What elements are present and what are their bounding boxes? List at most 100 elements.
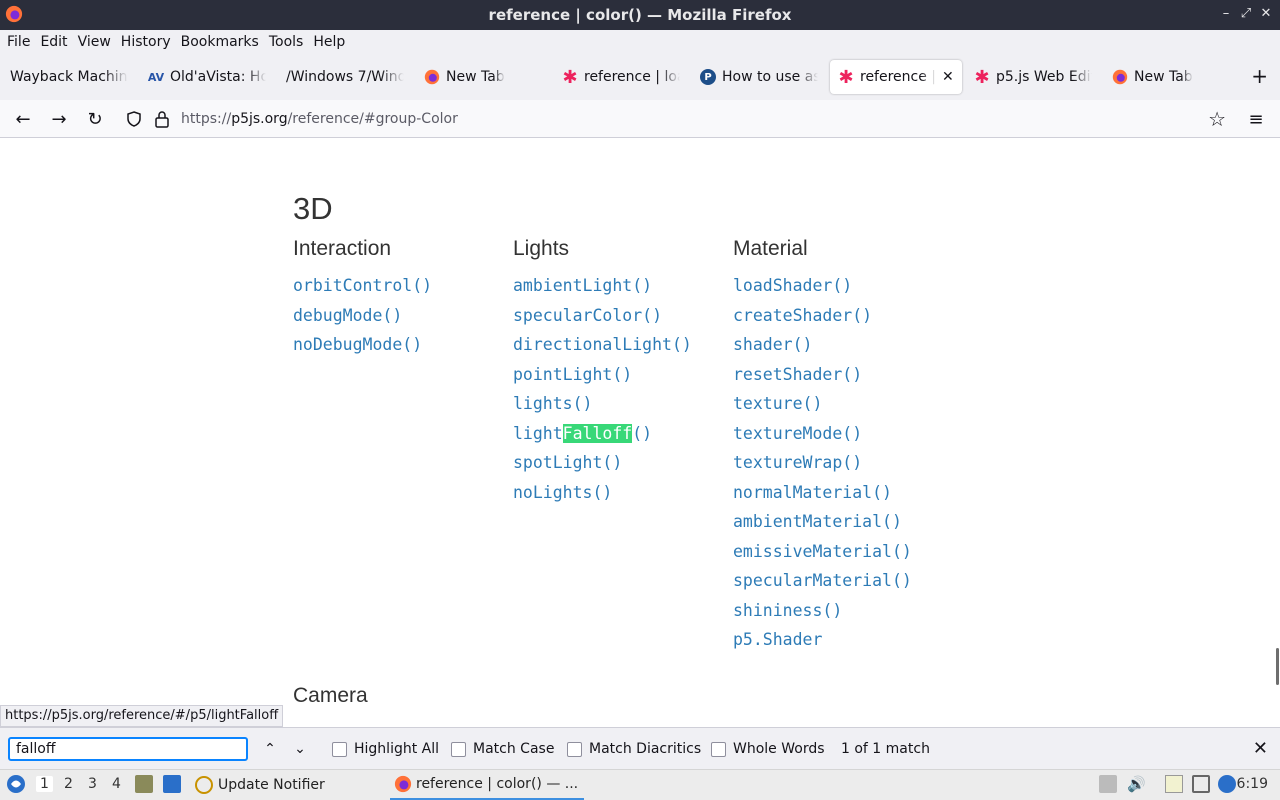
ref-link[interactable]: textureMode() [733,423,912,453]
reload-icon[interactable]: ↻ [84,108,106,130]
workspace-4[interactable]: 4 [112,776,121,792]
tab-newtab-2[interactable]: New Tab [1104,60,1238,94]
navigation-toolbar: ← → ↻ https://p5js.org/reference/#group-… [0,100,1280,138]
ref-link[interactable]: emissiveMaterial() [733,541,912,571]
lock-icon[interactable] [154,110,170,128]
menu-tools[interactable]: Tools [264,34,309,50]
tab-oldavista[interactable]: AV Old'aVista: Ho [140,60,274,94]
workspace-3[interactable]: 3 [88,776,97,792]
start-menu-icon[interactable] [6,774,26,794]
menu-file[interactable]: File [2,34,35,50]
clipboard-icon[interactable] [1165,775,1183,793]
ref-link[interactable]: shininess() [733,600,912,630]
p5-icon: ✱ [974,66,990,88]
update-notifier-icon [195,776,213,794]
task-update-notifier[interactable]: Update Notifier [195,770,325,800]
ref-link[interactable]: spotLight() [513,452,692,482]
ref-link[interactable]: pointLight() [513,364,692,394]
ref-link[interactable]: p5.Shader [733,629,912,659]
ref-link[interactable]: normalMaterial() [733,482,912,512]
back-arrow-icon[interactable]: ← [12,108,34,130]
checkbox-label: Match Case [473,741,555,757]
page-content: 3D Interaction Lights Material orbitCont… [0,139,1280,727]
ref-link[interactable]: directionalLight() [513,334,692,364]
menu-bar: File Edit View History Bookmarks Tools H… [0,30,1280,54]
ref-link[interactable]: loadShader() [733,275,912,305]
match-diacritics-checkbox[interactable]: Match Diacritics [567,741,701,757]
checkbox-box [711,741,726,757]
tab-label: reference | c [860,69,936,85]
ref-link[interactable]: ambientLight() [513,275,692,305]
ref-link[interactable]: specularColor() [513,305,692,335]
shield-icon[interactable] [126,111,142,127]
whole-words-checkbox[interactable]: Whole Words [711,741,825,757]
ref-link[interactable]: ambientMaterial() [733,511,912,541]
workspace-2[interactable]: 2 [64,776,73,792]
find-input[interactable]: falloff [8,737,248,761]
ref-link[interactable]: noDebugMode() [293,334,432,364]
tab-wayback[interactable]: Wayback Machine [2,60,136,94]
tray-eject-icon[interactable] [1099,775,1117,793]
tab-reference-load[interactable]: ✱ reference | loa [554,60,688,94]
close-find-bar-icon[interactable]: ✕ [1253,738,1268,759]
ref-link[interactable]: specularMaterial() [733,570,912,600]
heading-interaction: Interaction [293,237,392,260]
workspace-1[interactable]: 1 [36,776,53,792]
ref-link[interactable]: createShader() [733,305,912,335]
window-titlebar: reference | color() — Mozilla Firefox – … [0,0,1280,30]
file-manager-icon[interactable] [135,775,153,793]
minimize-icon[interactable]: – [1218,6,1234,21]
ref-link[interactable]: lights() [513,393,692,423]
firefox-icon [1112,69,1128,85]
checkbox-label: Whole Words [733,741,825,757]
ref-link[interactable]: textureWrap() [733,452,912,482]
checkbox-label: Match Diacritics [589,741,702,757]
network-icon[interactable] [1192,775,1210,793]
tab-label: p5.js Web Edit [996,69,1092,85]
volume-icon[interactable]: 🔊 [1127,775,1146,793]
task-firefox[interactable]: reference | color() — ... [390,770,584,800]
forward-arrow-icon[interactable]: → [48,108,70,130]
url-text[interactable]: https://p5js.org/reference/#group-Color [181,111,458,127]
new-tab-plus-icon[interactable]: + [1251,64,1268,88]
ref-link[interactable]: resetShader() [733,364,912,394]
tab-strip: Wayback Machine AV Old'aVista: Ho /Windo… [0,54,1280,100]
menu-bookmarks[interactable]: Bookmarks [176,34,264,50]
scrollbar-thumb[interactable] [1276,648,1279,685]
tab-label: Old'aVista: Ho [170,69,266,85]
tab-how-to-use[interactable]: P How to use as [692,60,826,94]
tab-label: How to use as [722,69,818,85]
tab-newtab-1[interactable]: New Tab [416,60,550,94]
tab-p5-editor[interactable]: ✱ p5.js Web Edit [966,60,1100,94]
close-tab-icon[interactable]: ✕ [942,69,954,85]
notification-icon[interactable] [1218,775,1236,793]
menu-edit[interactable]: Edit [35,34,72,50]
find-next-icon[interactable]: ⌄ [289,738,311,760]
hamburger-menu-icon[interactable]: ≡ [1245,108,1267,130]
match-count: 1 of 1 match [841,741,930,757]
match-case-checkbox[interactable]: Match Case [451,741,554,757]
ref-link[interactable]: orbitControl() [293,275,432,305]
url-scheme: https:// [181,111,232,127]
find-highlight: Falloff [562,423,633,443]
menu-history[interactable]: History [116,34,176,50]
desktop-icon[interactable] [163,775,181,793]
find-previous-icon[interactable]: ⌃ [259,738,281,760]
menu-help[interactable]: Help [308,34,350,50]
menu-view[interactable]: View [73,34,116,50]
tab-reference-color[interactable]: ✱ reference | c ✕ [830,60,962,94]
close-window-icon[interactable]: ✕ [1258,6,1274,21]
ref-link-lightfalloff[interactable]: lightFalloff() [513,423,692,453]
firefox-icon [394,775,412,793]
bookmark-star-icon[interactable]: ☆ [1208,107,1226,131]
ref-link[interactable]: noLights() [513,482,692,512]
ref-link[interactable]: shader() [733,334,912,364]
p5-icon: ✱ [838,66,854,88]
ref-link[interactable]: texture() [733,393,912,423]
url-bar[interactable]: https://p5js.org/reference/#group-Color … [118,104,1238,134]
tab-windows7[interactable]: /Windows 7/Wind [278,60,412,94]
highlight-all-checkbox[interactable]: Highlight All [332,741,439,757]
maximize-icon[interactable]: ⤢ [1238,6,1254,21]
p-icon: P [700,69,716,85]
ref-link[interactable]: debugMode() [293,305,432,335]
